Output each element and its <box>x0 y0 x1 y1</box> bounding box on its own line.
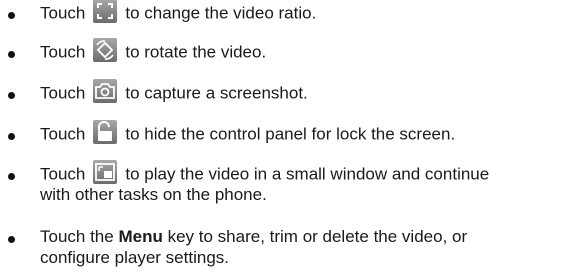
item-text-after: to play the video in a small window and … <box>125 164 490 184</box>
rotate-icon <box>93 38 118 62</box>
item-text-before: Touch <box>40 42 86 62</box>
item-line: Touch to hide the control panel for lock … <box>40 120 456 145</box>
item-line: Touch to capture a screenshot. <box>40 79 308 104</box>
bullet <box>8 173 15 180</box>
bullet <box>8 133 15 140</box>
item-text-after: key to share, trim or delete the video, … <box>167 227 468 246</box>
item-text-after: to hide the control panel for lock the s… <box>125 124 456 144</box>
bullet <box>8 92 15 99</box>
item-line: Touch to rotate the video. <box>40 38 267 63</box>
lock-icon <box>93 120 118 144</box>
item-text-before: Touch <box>40 3 86 23</box>
item-text-before: Touch the <box>40 227 114 246</box>
item-text-before: Touch <box>40 164 86 184</box>
instruction-list: Touch to change the video ratio. Touch to … <box>0 0 574 279</box>
bullet <box>8 12 15 19</box>
item-text-before: Touch <box>40 124 86 144</box>
item-line: Touch the Menu key to share, trim or del… <box>40 226 467 248</box>
item-text-after: to capture a screenshot. <box>125 83 308 103</box>
pop-out-window-icon <box>93 160 118 184</box>
item-text-before: Touch <box>40 83 86 103</box>
item-text-after: to rotate the video. <box>125 42 267 62</box>
menu-key-label: Menu <box>118 227 163 246</box>
camera-icon <box>93 79 118 103</box>
item-line: Touch to play the video in a small window… <box>40 160 490 185</box>
item-text-after: to change the video ratio. <box>125 3 317 23</box>
item-line-continuation: configure player settings. <box>40 248 229 267</box>
aspect-ratio-icon <box>93 0 118 23</box>
item-line-continuation: with other tasks on the phone. <box>40 185 267 204</box>
item-line: Touch to change the video ratio. <box>40 0 317 24</box>
bullet <box>8 51 15 58</box>
bullet <box>8 236 15 243</box>
